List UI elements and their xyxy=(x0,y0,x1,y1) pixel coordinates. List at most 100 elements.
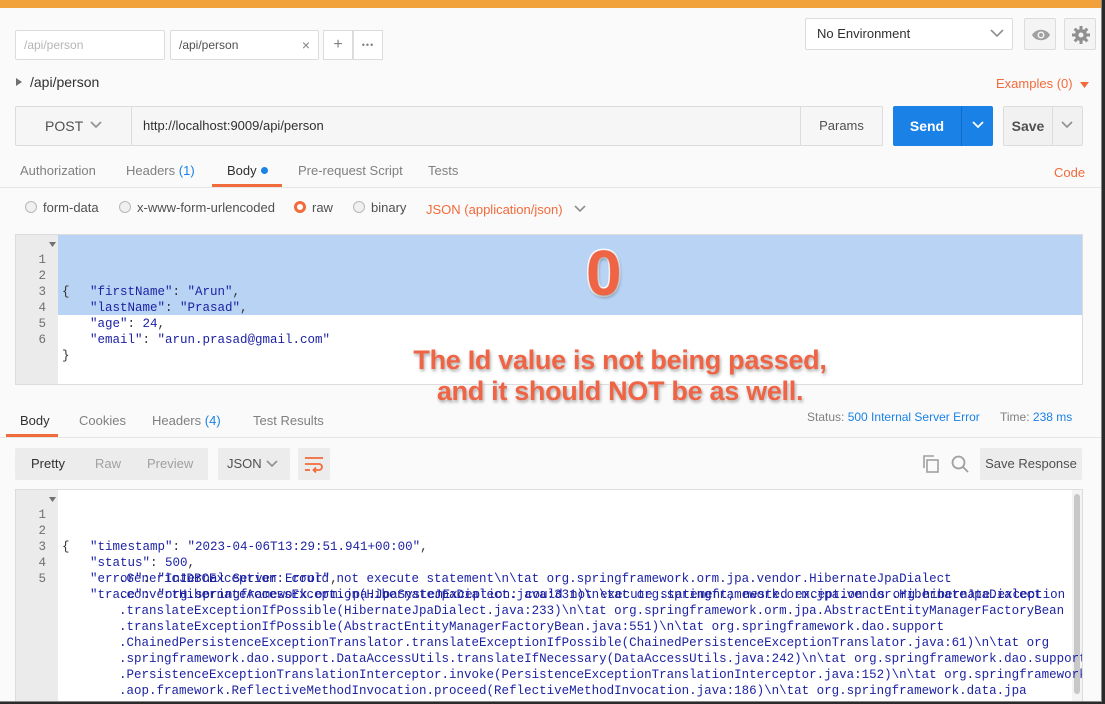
search-icon[interactable] xyxy=(950,454,970,474)
postman-window: /api/person /api/person × + ••• No Envir… xyxy=(0,0,1102,702)
environment-quick-look-button[interactable] xyxy=(1024,18,1056,50)
content-type-select[interactable]: JSON (application/json) xyxy=(426,202,586,217)
annotation-marker: 0 xyxy=(585,236,624,311)
view-preview-button[interactable]: Preview xyxy=(147,448,193,480)
code-text: .translateExceptionIfPossible(HibernateJ… xyxy=(119,604,1065,618)
request-name-label: /api/person xyxy=(30,74,100,90)
add-tab-button[interactable]: + xyxy=(323,30,353,60)
tab-authorization[interactable]: Authorization xyxy=(20,163,96,178)
time-label: Time: xyxy=(1000,410,1030,424)
window-top-accent xyxy=(0,0,1101,8)
code-line: 4 "error": "Internal Server Error", xyxy=(16,539,337,586)
radio-circle-icon xyxy=(25,201,37,213)
radio-binary[interactable]: binary xyxy=(353,200,406,215)
code-text: { xyxy=(62,285,70,299)
code-text: .ChainedPersistenceExceptionTranslator.t… xyxy=(119,636,1050,650)
line-number: 6 xyxy=(38,333,46,347)
code-line: 5 "trace": "org.springframework.orm.jpa.… xyxy=(16,555,1065,602)
code-line: 3 "status": 500, xyxy=(16,523,195,570)
tab-tests[interactable]: Tests xyxy=(428,163,458,178)
status-value[interactable]: 500 Internal Server Error xyxy=(848,410,980,424)
code-text: .aop.framework.ReflectiveMethodInvocatio… xyxy=(119,684,1027,698)
code-text: .translateExceptionIfPossible(AbstractEn… xyxy=(119,620,945,634)
code-line: 1 { xyxy=(16,236,70,299)
close-icon[interactable]: × xyxy=(302,31,310,59)
save-options-button[interactable] xyxy=(1052,107,1082,145)
more-tabs-button[interactable]: ••• xyxy=(353,30,383,60)
request-name[interactable]: /api/person xyxy=(16,74,99,90)
request-tab-1[interactable]: /api/person xyxy=(15,30,165,60)
response-body-viewer[interactable]: 1 { 2 "timestamp": "2023-04-06T13:29:51.… xyxy=(15,489,1083,701)
radio-circle-icon xyxy=(353,201,365,213)
time-value[interactable]: 238 ms xyxy=(1033,410,1072,424)
response-tab-body[interactable]: Body xyxy=(20,413,50,428)
params-button[interactable]: Params xyxy=(800,107,882,145)
examples-dropdown[interactable]: Examples (0) xyxy=(996,76,1090,91)
radio-selected-icon xyxy=(294,201,306,213)
copy-icon[interactable] xyxy=(921,454,941,474)
annotation-text: The Id value is not being passed, and it… xyxy=(380,344,860,407)
wrap-lines-icon xyxy=(305,457,323,473)
response-tab-test-results[interactable]: Test Results xyxy=(253,413,324,428)
save-label: Save xyxy=(1011,118,1045,134)
response-view-segment: Pretty Raw Preview xyxy=(15,448,208,480)
chevron-down-icon xyxy=(1061,121,1073,129)
tab-headers[interactable]: Headers (1) xyxy=(126,163,195,178)
save-response-button[interactable]: Save Response xyxy=(980,448,1082,480)
radio-raw[interactable]: raw xyxy=(294,200,333,215)
code-text: .springframework.dao.support.DataAccessU… xyxy=(119,652,1083,666)
code-text: "firstName": "Arun", xyxy=(90,285,241,299)
environment-select[interactable]: No Environment xyxy=(805,18,1013,50)
fold-arrow-icon[interactable] xyxy=(49,242,56,247)
fold-arrow-icon[interactable] xyxy=(49,497,56,502)
request-tab-2-label: /api/person xyxy=(179,38,239,52)
wrap-lines-button[interactable] xyxy=(298,448,330,480)
code-text: "timestamp": "2023-04-06T13:29:51.941+00… xyxy=(90,540,428,554)
headers-count: (1) xyxy=(178,163,195,178)
annotation-line-1: The Id value is not being passed, xyxy=(412,344,828,376)
status-label: Status: xyxy=(807,410,845,424)
response-tabs-divider xyxy=(0,437,1101,438)
url-bar: POST http://localhost:9009/api/person Pa… xyxy=(15,106,883,146)
request-tab-2[interactable]: /api/person × xyxy=(170,30,319,60)
chevron-down-icon xyxy=(972,121,984,129)
radio-urlencoded[interactable]: x-www-form-urlencoded xyxy=(119,200,275,215)
manage-environments-button[interactable] xyxy=(1064,18,1096,50)
method-value: POST xyxy=(45,118,84,134)
response-tab-cookies[interactable]: Cookies xyxy=(79,413,126,428)
send-button[interactable]: Send xyxy=(893,106,993,146)
view-pretty-button[interactable]: Pretty xyxy=(31,448,65,480)
tab-headers-label: Headers xyxy=(126,163,176,178)
eye-icon xyxy=(1032,29,1050,41)
tab-body-label: Body xyxy=(227,163,257,178)
radio-binary-label: binary xyxy=(371,200,407,215)
code-text: } xyxy=(62,349,70,363)
send-label: Send xyxy=(909,118,945,134)
url-input[interactable]: http://localhost:9009/api/person xyxy=(143,107,324,145)
code-line: 2 "timestamp": "2023-04-06T13:29:51.941+… xyxy=(16,507,427,554)
tab-prerequest-script[interactable]: Pre-request Script xyxy=(298,163,403,178)
method-select[interactable]: POST xyxy=(16,107,132,145)
chevron-down-icon xyxy=(90,121,102,129)
code-line: 6 } xyxy=(16,316,69,363)
environment-select-value: No Environment xyxy=(817,26,911,41)
code-text: .PersistenceExceptionTranslationIntercep… xyxy=(119,668,1083,682)
code-text: "age": 24, xyxy=(90,317,166,331)
response-time: Time: 238 ms xyxy=(1000,410,1072,424)
request-tab-1-label: /api/person xyxy=(24,38,84,52)
line-number: 5 xyxy=(38,572,46,586)
code-link[interactable]: Code xyxy=(1054,165,1085,180)
response-format-select[interactable]: JSON xyxy=(218,448,290,480)
examples-label: Examples (0) xyxy=(996,76,1073,91)
save-button[interactable]: Save xyxy=(1003,106,1083,146)
code-text: "status": 500, xyxy=(90,556,196,570)
radio-form-data[interactable]: form-data xyxy=(25,200,99,215)
view-raw-button[interactable]: Raw xyxy=(95,448,121,480)
code-text: .convertHibernateAccessException(Hiberna… xyxy=(119,588,1042,602)
tab-body[interactable]: Body xyxy=(227,163,268,178)
code-text: { xyxy=(62,540,70,554)
send-options-button[interactable] xyxy=(961,106,993,146)
expand-triangle-icon[interactable] xyxy=(16,78,22,86)
code-line: 1 { xyxy=(16,491,70,554)
response-tab-headers[interactable]: Headers (4) xyxy=(152,413,221,428)
